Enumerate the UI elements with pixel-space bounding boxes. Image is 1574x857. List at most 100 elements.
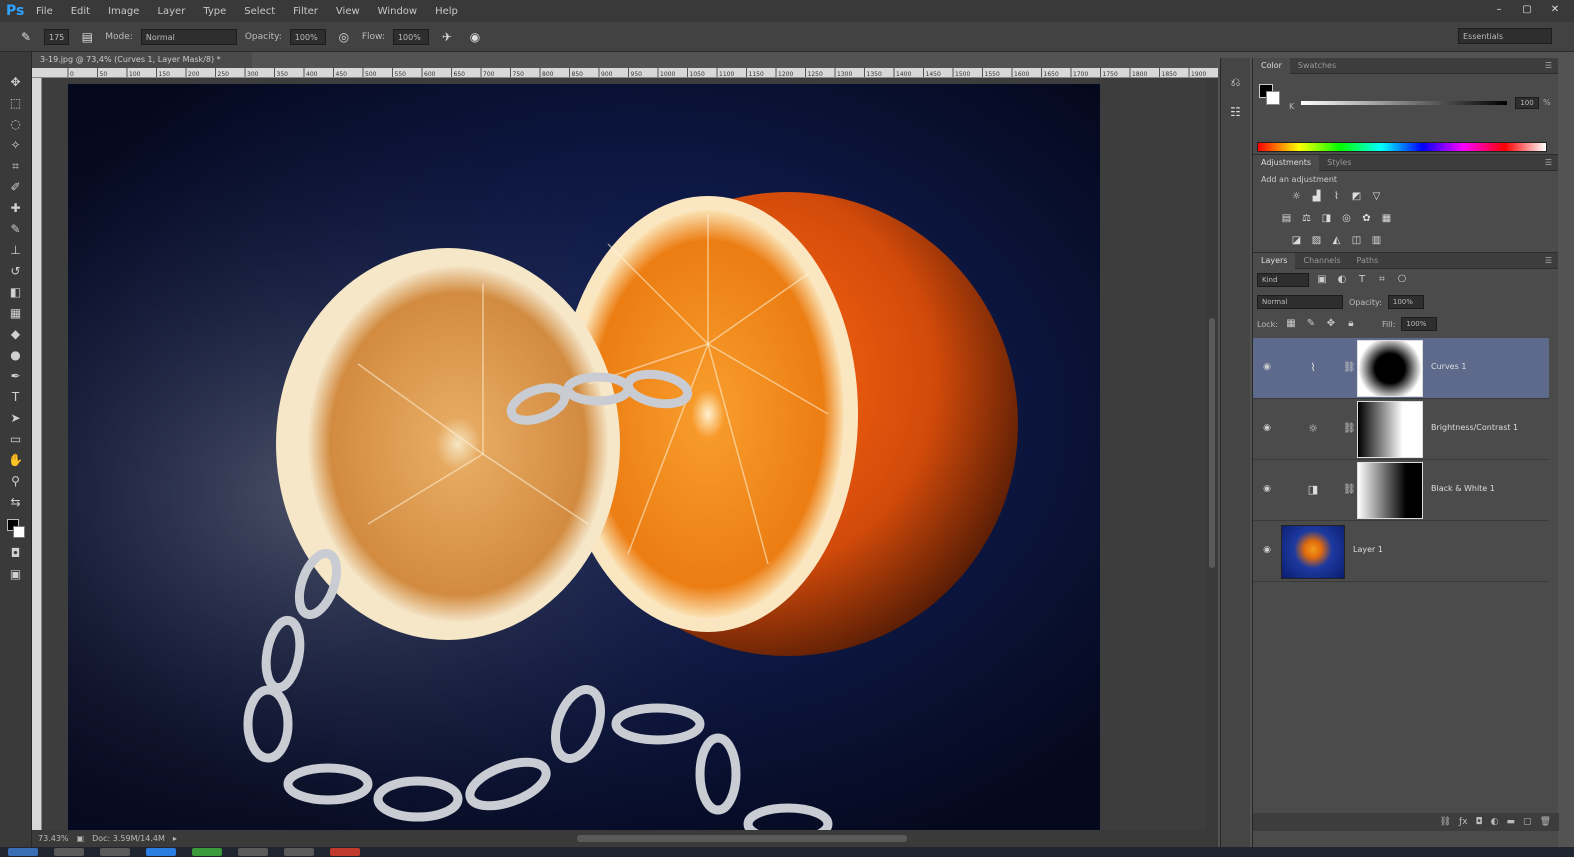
brightness-icon[interactable]: ☼	[1289, 189, 1304, 204]
zoom-level[interactable]: 73.43%	[38, 834, 69, 843]
color-swatches[interactable]	[5, 517, 27, 543]
close-button[interactable]: ✕	[1544, 2, 1566, 18]
swap-colors-icon[interactable]: ⇆	[5, 492, 27, 513]
menu-window[interactable]: Window	[378, 6, 417, 17]
shape-tool-icon[interactable]: ▭	[5, 429, 27, 450]
menu-type[interactable]: Type	[203, 6, 226, 17]
quick-mask-icon[interactable]: ◘	[5, 543, 27, 564]
filter-kind-select[interactable]: Kind	[1257, 273, 1309, 287]
healing-tool-icon[interactable]: ✚	[5, 198, 27, 219]
airbrush-icon[interactable]: ✈	[437, 27, 457, 47]
dodge-tool-icon[interactable]: ●	[5, 345, 27, 366]
new-adjustment-icon[interactable]: ◐	[1491, 817, 1499, 827]
vibrance-icon[interactable]: ▽	[1369, 189, 1384, 204]
properties-panel-icon[interactable]: ☷	[1226, 102, 1246, 122]
lock-transparent-icon[interactable]: ▦	[1284, 317, 1298, 331]
layer-row-black-white[interactable]: ◉ ◨ ⛓ Black & White 1	[1253, 460, 1549, 521]
stamp-tool-icon[interactable]: ⊥	[5, 240, 27, 261]
photo-filter-icon[interactable]: ◎	[1339, 211, 1354, 226]
tab-color[interactable]: Color	[1253, 57, 1290, 74]
document-tab[interactable]: 3-19.jpg @ 73,4% (Curves 1, Layer Mask/8…	[32, 52, 252, 68]
fill-input[interactable]: 100%	[1401, 317, 1438, 331]
layer-mask-thumbnail[interactable]	[1357, 401, 1423, 458]
invert-icon[interactable]: ◪	[1289, 233, 1304, 248]
threshold-icon[interactable]: ◭	[1329, 233, 1344, 248]
mode-select[interactable]: Normal	[140, 28, 237, 45]
delete-layer-icon[interactable]: 🗑︎	[1540, 817, 1551, 827]
marquee-tool-icon[interactable]: ⬚	[5, 93, 27, 114]
add-mask-icon[interactable]: ◘	[1476, 817, 1483, 827]
taskbar-app[interactable]	[238, 848, 268, 856]
new-group-icon[interactable]: ▬	[1507, 817, 1516, 827]
horizontal-scroll-thumb[interactable]	[577, 835, 907, 842]
blend-mode-select[interactable]: Normal	[1257, 295, 1343, 309]
minimize-button[interactable]: –	[1488, 2, 1510, 18]
crop-tool-icon[interactable]: ⌗	[5, 156, 27, 177]
brush-panel-icon[interactable]: ▤	[77, 27, 97, 47]
layer-row-curves[interactable]: ◉ ⌇ ⛓ Curves 1	[1253, 338, 1549, 399]
eraser-tool-icon[interactable]: ◧	[5, 282, 27, 303]
color-spectrum-bar[interactable]	[1257, 142, 1547, 152]
tab-channels[interactable]: Channels	[1295, 253, 1348, 269]
brush-tool-icon[interactable]: ✎	[5, 219, 27, 240]
layer-row-layer1[interactable]: ◉ Layer 1	[1253, 521, 1549, 582]
menu-file[interactable]: File	[36, 6, 53, 17]
maximize-button[interactable]: ▢	[1516, 2, 1538, 18]
posterize-icon[interactable]: ▨	[1309, 233, 1324, 248]
taskbar-app[interactable]	[54, 848, 84, 856]
layer-name[interactable]: Black & White 1	[1431, 484, 1495, 493]
menu-image[interactable]: Image	[108, 6, 139, 17]
tab-adjustments[interactable]: Adjustments	[1253, 154, 1320, 171]
type-tool-icon[interactable]: T	[5, 387, 27, 408]
screen-mode-icon[interactable]: ▣	[5, 564, 27, 585]
filter-pixel-icon[interactable]: ▣	[1315, 273, 1329, 287]
selective-color-icon[interactable]: ◫	[1349, 233, 1364, 248]
history-brush-icon[interactable]: ↺	[5, 261, 27, 282]
tab-paths[interactable]: Paths	[1349, 253, 1387, 269]
zoom-tool-icon[interactable]: ⚲	[5, 471, 27, 492]
quick-select-tool-icon[interactable]: ✧	[5, 135, 27, 156]
start-button[interactable]	[8, 848, 38, 856]
flow-input[interactable]: 100%	[392, 28, 429, 45]
layer-name[interactable]: Curves 1	[1431, 362, 1466, 371]
tab-swatches[interactable]: Swatches	[1290, 58, 1344, 74]
panel-menu-icon[interactable]: ☰	[1545, 256, 1552, 265]
opacity-input[interactable]: 100%	[289, 28, 326, 45]
ruler-horizontal[interactable]: 0 50 100 150 200 250 300 350 400 450 500 550 600 650 7…	[32, 68, 1218, 78]
history-panel-icon[interactable]: ⎌	[1226, 72, 1246, 92]
taskbar-app[interactable]	[146, 848, 176, 856]
color-lookup-icon[interactable]: ▦	[1379, 211, 1394, 226]
blur-tool-icon[interactable]: ◆	[5, 324, 27, 345]
gradient-map-icon[interactable]: ▥	[1369, 233, 1384, 248]
layer-name[interactable]: Brightness/Contrast 1	[1431, 423, 1518, 432]
eyedropper-tool-icon[interactable]: ✐	[5, 177, 27, 198]
panel-menu-icon[interactable]: ☰	[1545, 158, 1552, 167]
filter-type-icon[interactable]: T	[1355, 273, 1369, 287]
lock-all-icon[interactable]: 🔒︎	[1344, 317, 1358, 331]
channel-mixer-icon[interactable]: ✿	[1359, 211, 1374, 226]
hue-sat-icon[interactable]: ▤	[1279, 211, 1294, 226]
layer-mask-thumbnail[interactable]	[1357, 462, 1423, 519]
layer-name[interactable]: Layer 1	[1353, 545, 1383, 554]
gradient-tool-icon[interactable]: ▦	[5, 303, 27, 324]
exposure-icon[interactable]: ◩	[1349, 189, 1364, 204]
brush-tool-icon[interactable]: ✎	[16, 27, 36, 47]
pen-tool-icon[interactable]: ✒	[5, 366, 27, 387]
taskbar-app[interactable]	[330, 848, 360, 856]
link-chain-icon[interactable]: ⛓	[1343, 360, 1356, 376]
layer-mask-thumbnail[interactable]	[1357, 340, 1423, 397]
layer-thumbnail[interactable]	[1281, 525, 1345, 579]
new-layer-icon[interactable]: ▢	[1523, 817, 1532, 827]
brush-size-picker[interactable]: 175	[44, 28, 70, 45]
document-image[interactable]	[68, 84, 1100, 830]
link-chain-icon[interactable]: ⛓	[1343, 421, 1356, 437]
taskbar-app[interactable]	[192, 848, 222, 856]
taskbar-app[interactable]	[284, 848, 314, 856]
path-select-tool-icon[interactable]: ➤	[5, 408, 27, 429]
link-layers-icon[interactable]: ⛓	[1440, 817, 1451, 827]
filter-adjustment-icon[interactable]: ◐	[1335, 273, 1349, 287]
menu-view[interactable]: View	[336, 6, 360, 17]
curves-icon[interactable]: ⌇	[1329, 189, 1344, 204]
tab-styles[interactable]: Styles	[1319, 155, 1359, 171]
workspace-select[interactable]: Essentials	[1458, 28, 1552, 44]
